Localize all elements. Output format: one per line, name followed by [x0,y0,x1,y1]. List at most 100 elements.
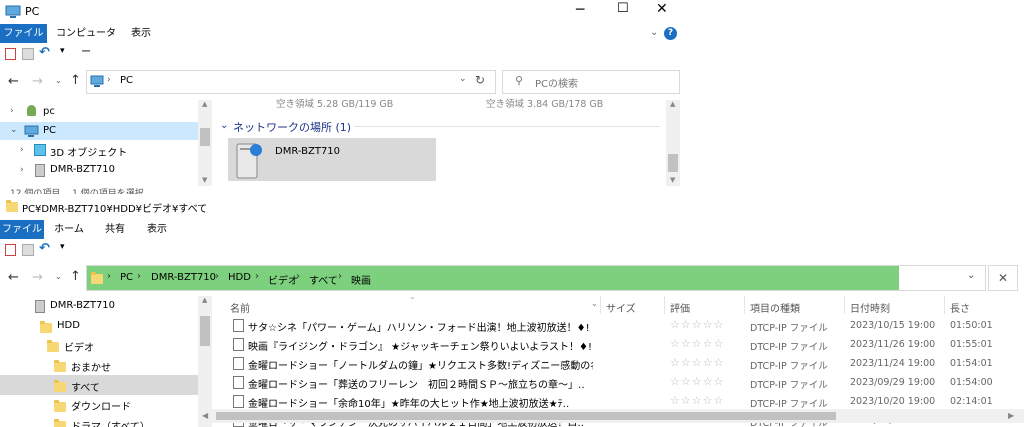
tab-view[interactable]: 表示 [126,24,156,43]
drive-free-right: 空き領域 3.84 GB/178 GB [486,99,604,110]
column-name[interactable]: 名前 [230,300,250,315]
tree-item-omakase[interactable]: おまかせ [71,359,111,374]
maximize-button[interactable]: ☐ [617,1,629,16]
breadcrumb-video[interactable]: ビデオ [268,272,298,287]
nav-scroll-thumb[interactable] [200,128,210,146]
close-button[interactable]: ✕ [656,1,668,17]
properties-icon[interactable] [5,244,16,256]
customize-icon[interactable]: ▾ [60,242,65,252]
up-arrow-icon[interactable]: ↑ [70,73,81,88]
new-folder-icon[interactable] [22,244,34,256]
content-scroll-thumb[interactable] [668,154,678,172]
file-length: 01:54:01 [950,358,993,369]
tree-item-all[interactable]: すべて [0,375,198,395]
file-icon [233,357,244,370]
tree-item-pc[interactable]: ⌄ PC [0,122,198,140]
tree-item-dmr[interactable]: DMR-BZT710 [50,164,115,175]
table-row[interactable]: 映画『ライジング・ドラゴン』 ★ジャッキーチェン祭りいよいよラスト！♦! ☆☆☆… [214,335,1024,354]
cube-icon [34,144,46,156]
file-icon [233,319,244,332]
breadcrumb-movie[interactable]: 映画 [351,272,371,287]
cancel-address-button[interactable]: ✕ [988,265,1018,291]
new-folder-icon[interactable] [22,48,34,60]
chevron-down-icon[interactable]: ⌄ [650,27,658,38]
column-size[interactable]: サイズ [606,300,636,315]
tab-file[interactable]: ファイル [0,24,47,43]
pc-icon [24,125,39,137]
address-bar[interactable]: › PC ⌄ ↻ [86,70,496,94]
navigation-bar: ← → ⌄ ↑ › PC ⌄ ↻ ⚲ PCの検索 [0,64,680,100]
file-icon [233,395,244,408]
dropdown-icon[interactable]: ⌄ [459,74,467,84]
back-arrow-icon[interactable]: ← [8,74,19,89]
breadcrumb-pc[interactable]: PC [120,272,133,283]
help-icon[interactable]: ? [664,27,677,40]
quick-access-toolbar: ↶ ▾ [0,44,680,64]
nav-scrollbar-2[interactable]: ▲ [198,296,212,427]
tree-item-video[interactable]: ビデオ [64,339,94,354]
rating-stars[interactable]: ☆☆☆☆☆ [670,394,724,407]
network-group-header[interactable]: ネットワークの場所 (1) [233,119,351,135]
column-date[interactable]: 日付時刻 [850,300,890,315]
tree-item-dmr[interactable]: DMR-BZT710 [50,300,115,311]
recent-locations-icon[interactable]: ⌄ [55,76,62,85]
search-input[interactable]: PCの検索 [535,75,578,90]
status-text: 12 個の項目 1 個の項目を選択 [10,189,144,194]
ribbon-tabs: ファイル コンピューター 表示 ⌄ ? [0,24,680,58]
table-row[interactable]: 金曜ロードショー「ノートルダムの鐘」★リクエスト多数!ディズニー感動の名作♦!‥… [214,354,1024,373]
dropdown-icon[interactable]: ⌄ [967,270,975,281]
customize-icon[interactable]: ▾ [60,46,65,56]
folder-icon [47,340,59,352]
rating-stars[interactable]: ☆☆☆☆☆ [670,337,724,350]
group-divider [354,126,660,127]
breadcrumb-dmr[interactable]: DMR-BZT710 [151,272,216,283]
nav-scroll-thumb-2[interactable] [200,316,210,346]
nav-scrollbar[interactable]: ▲ ▼ [198,100,212,186]
file-type: DTCP-IP ファイル [750,399,828,410]
undo-icon[interactable]: ↶ [39,45,50,60]
media-server-icon [236,143,262,179]
column-length[interactable]: 長さ [950,300,970,315]
tab-view-2[interactable]: 表示 [140,220,174,239]
minimize-button[interactable]: ─ [576,2,584,18]
rating-stars[interactable]: ☆☆☆☆☆ [670,318,724,331]
address-bar-2[interactable]: › PC › DMR-BZT710 › HDD › ビデオ › すべて › 映画… [86,265,986,291]
tab-file-2[interactable]: ファイル [0,220,44,239]
forward-arrow-icon[interactable]: → [32,74,43,89]
forward-arrow-icon[interactable]: → [32,270,43,285]
rating-stars[interactable]: ☆☆☆☆☆ [670,356,724,369]
tree-item-download[interactable]: ダウンロード [71,398,131,413]
file-date: 2023/10/20 19:00 [850,396,936,407]
tree-item-3d-objects[interactable]: 3D オブジェクト [50,144,127,159]
undo-icon[interactable]: ↶ [39,241,50,256]
network-item-dmr[interactable]: DMR-BZT710 [228,138,436,181]
table-row[interactable]: 金曜ロードショー「葬送のフリーレン 初回２時間ＳＰ～旅立ちの章～」‥ ☆☆☆☆☆… [214,373,1024,392]
tab-share[interactable]: 共有 [98,220,132,239]
file-length: 01:54:00 [950,377,993,388]
navigation-bar-2: ← → ⌄ ↑ › PC › DMR-BZT710 › HDD › ビデオ › … [0,264,1024,292]
file-length: 01:50:01 [950,320,993,331]
horizontal-scrollbar[interactable]: ◀ ▶ [200,409,1024,423]
tree-item-user[interactable]: pc [43,106,55,117]
recent-locations-icon[interactable]: ⌄ [55,272,62,281]
tree-item-hdd[interactable]: HDD [57,320,80,331]
quick-access-toolbar-2: ↶ ▾ [0,240,1024,260]
column-rating[interactable]: 評価 [670,300,690,315]
tab-computer[interactable]: コンピューター [55,24,117,58]
tab-home[interactable]: ホーム [52,220,86,239]
properties-icon[interactable] [5,48,16,60]
search-box[interactable]: ⚲ PCの検索 [502,70,680,94]
column-type[interactable]: 項目の種類 [750,300,800,315]
up-arrow-icon[interactable]: ↑ [70,269,81,284]
content-scrollbar[interactable]: ▲ ▼ [666,100,680,186]
breadcrumb-all[interactable]: すべて [309,272,338,287]
tree-item-drama[interactable]: ドラマ（すべて） [71,418,150,427]
breadcrumb-hdd[interactable]: HDD [228,272,251,283]
chevron-down-icon[interactable]: ⌄ [220,120,228,131]
refresh-icon[interactable]: ↻ [475,73,485,87]
h-scroll-thumb[interactable] [216,412,836,420]
column-filter-icon[interactable]: ⌄ [591,299,598,308]
back-arrow-icon[interactable]: ← [8,270,19,285]
table-row[interactable]: サタ☆シネ「パワー・ゲーム」ハリソン・フォード出演！地上波初放送！♦! ☆☆☆☆… [214,316,1024,335]
rating-stars[interactable]: ☆☆☆☆☆ [670,375,724,388]
